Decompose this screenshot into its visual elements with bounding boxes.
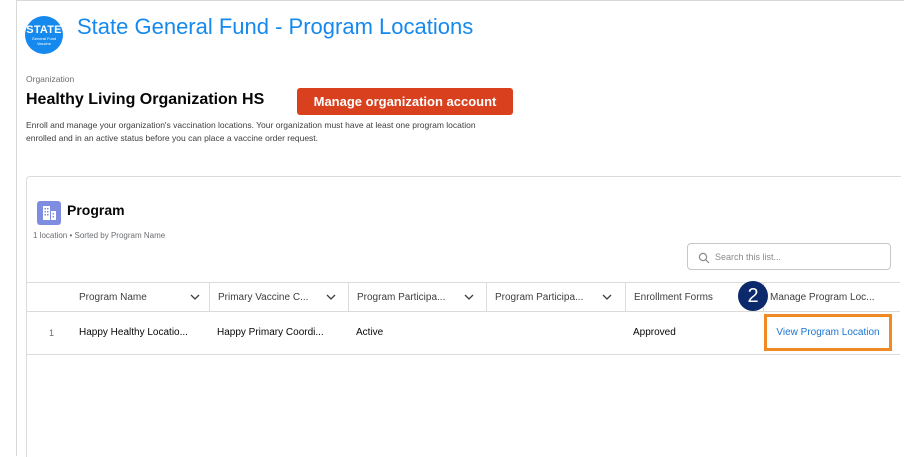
- page-title: State General Fund - Program Locations: [77, 14, 474, 39]
- manage-organization-button[interactable]: Manage organization account: [297, 88, 513, 115]
- state-logo-icon: STATE General Fund Vaccine: [25, 16, 63, 54]
- column-program-participation-1[interactable]: Program Participa...: [348, 283, 486, 311]
- column-primary-vaccine-coordinator[interactable]: Primary Vaccine C...: [209, 283, 348, 311]
- chevron-down-icon[interactable]: [190, 293, 200, 301]
- column-program-name[interactable]: Program Name: [71, 283, 211, 311]
- organization-description: Enroll and manage your organization's va…: [26, 120, 476, 143]
- participation-status-cell: Active: [356, 327, 384, 338]
- chevron-down-icon[interactable]: [464, 293, 474, 301]
- program-subtitle: 1 location • Sorted by Program Name: [33, 231, 166, 240]
- enrollment-forms-cell: Approved: [633, 327, 676, 338]
- primary-contact-cell[interactable]: Happy Primary Coordi...: [217, 311, 324, 354]
- program-name-cell[interactable]: Happy Healthy Locatio...: [79, 311, 188, 354]
- step-callout-badge: 2: [738, 281, 768, 311]
- chevron-down-icon[interactable]: [326, 293, 336, 301]
- program-title: Program: [67, 202, 125, 218]
- organization-name: Healthy Living Organization HS: [26, 91, 265, 108]
- column-program-participation-2[interactable]: Program Participa...: [486, 283, 625, 311]
- search-input[interactable]: Search this list...: [687, 243, 891, 270]
- view-program-location-link[interactable]: View Program Location: [764, 314, 892, 351]
- search-icon: [698, 251, 710, 264]
- building-icon: [37, 201, 61, 225]
- organization-label: Organization: [26, 74, 75, 84]
- table-header: Program Name Primary Vaccine C... Progra…: [27, 282, 900, 312]
- row-number: 1: [49, 327, 55, 338]
- chevron-down-icon[interactable]: [602, 293, 612, 301]
- search-placeholder: Search this list...: [715, 252, 782, 262]
- column-manage-program-location[interactable]: Manage Program Loc...: [763, 283, 900, 311]
